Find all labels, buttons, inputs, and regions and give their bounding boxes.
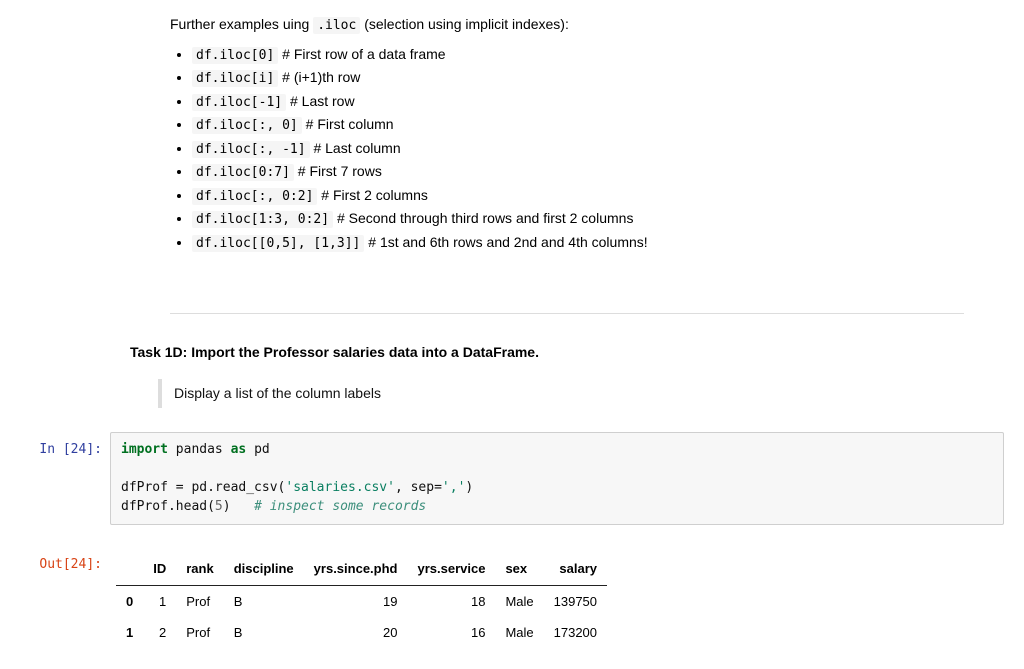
cell-value: 2: [143, 617, 176, 649]
list-item: df.iloc[:, 0] # First column: [192, 114, 964, 136]
col-header: sex: [495, 553, 543, 585]
intro-code: .iloc: [313, 17, 360, 34]
table-row: 1 2 Prof B 20 16 Male 173200: [116, 617, 607, 649]
example-code: df.iloc[:, 0]: [192, 117, 302, 134]
tok-alias: pd: [254, 442, 270, 457]
dataframe-table: ID rank discipline yrs.since.phd yrs.ser…: [116, 553, 607, 649]
col-header: salary: [544, 553, 607, 585]
example-desc: # Last row: [286, 93, 354, 109]
tok-num5: 5: [215, 499, 223, 514]
example-code: df.iloc[i]: [192, 70, 278, 87]
output-body: ID rank discipline yrs.since.phd yrs.ser…: [110, 547, 1004, 649]
tok-as: as: [231, 442, 247, 457]
tok-line2b: , sep=: [395, 480, 442, 495]
example-code: df.iloc[-1]: [192, 94, 286, 111]
list-item: df.iloc[-1] # Last row: [192, 91, 964, 113]
cell-value: 18: [407, 585, 495, 617]
tok-line3b: ): [223, 499, 254, 514]
tok-line2c: ): [465, 480, 473, 495]
code-editor[interactable]: import pandas as pd dfProf = pd.read_csv…: [110, 432, 1004, 525]
col-header: ID: [143, 553, 176, 585]
table-row: 0 1 Prof B 19 18 Male 139750: [116, 585, 607, 617]
example-desc: # 1st and 6th rows and 2nd and 4th colum…: [364, 234, 647, 250]
markdown-cell-iloc-examples: Further examples uing .iloc (selection u…: [110, 14, 1004, 314]
input-prompt: In [24]:: [24, 432, 110, 460]
list-item: df.iloc[i] # (i+1)th row: [192, 67, 964, 89]
list-item: df.iloc[[0,5], [1,3]] # 1st and 6th rows…: [192, 232, 964, 254]
output-prompt: Out[24]:: [24, 547, 110, 575]
tok-line3a: dfProf.head(: [121, 499, 215, 514]
task-note: Display a list of the column labels: [174, 385, 381, 401]
example-code: df.iloc[:, 0:2]: [192, 188, 317, 205]
example-desc: # (i+1)th row: [278, 69, 360, 85]
list-item: df.iloc[:, 0:2] # First 2 columns: [192, 185, 964, 207]
example-desc: # Second through third rows and first 2 …: [333, 210, 633, 226]
col-header: yrs.service: [407, 553, 495, 585]
table-index-header: [116, 553, 143, 585]
example-code: df.iloc[1:3, 0:2]: [192, 211, 333, 228]
list-item: df.iloc[1:3, 0:2] # Second through third…: [192, 208, 964, 230]
cell-value: 19: [304, 585, 408, 617]
tok-module: pandas: [176, 442, 223, 457]
example-code: df.iloc[0]: [192, 47, 278, 64]
code-cell-24: In [24]: import pandas as pd dfProf = pd…: [24, 432, 1004, 525]
example-desc: # First 7 rows: [294, 163, 382, 179]
cell-value: 173200: [544, 617, 607, 649]
col-header: discipline: [224, 553, 304, 585]
section-divider: [170, 313, 964, 314]
cell-value: Prof: [176, 617, 223, 649]
cell-value: Prof: [176, 585, 223, 617]
col-header: yrs.since.phd: [304, 553, 408, 585]
example-desc: # Last column: [310, 140, 401, 156]
table-header-row: ID rank discipline yrs.since.phd yrs.ser…: [116, 553, 607, 585]
cell-value: 16: [407, 617, 495, 649]
tok-line2a: dfProf = pd.read_csv(: [121, 480, 285, 495]
row-index: 0: [116, 585, 143, 617]
cell-value: B: [224, 617, 304, 649]
cell-value: B: [224, 585, 304, 617]
cell-value: Male: [495, 617, 543, 649]
cell-value: 1: [143, 585, 176, 617]
cell-value: Male: [495, 585, 543, 617]
cell-value: 139750: [544, 585, 607, 617]
output-cell-24: Out[24]: ID rank discipline yrs.since.ph…: [24, 547, 1004, 649]
task-note-block: Display a list of the column labels: [158, 379, 964, 408]
example-desc: # First column: [302, 116, 394, 132]
intro-prefix: Further examples uing: [170, 16, 313, 32]
list-item: df.iloc[0:7] # First 7 rows: [192, 161, 964, 183]
tok-str-file: 'salaries.csv': [285, 480, 395, 495]
task-title: Task 1D: Import the Professor salaries d…: [130, 342, 964, 363]
row-index: 1: [116, 617, 143, 649]
example-desc: # First 2 columns: [317, 187, 427, 203]
tok-comment: # inspect some records: [254, 499, 426, 514]
intro-line: Further examples uing .iloc (selection u…: [170, 14, 964, 36]
example-code: df.iloc[[0,5], [1,3]]: [192, 235, 364, 252]
tok-str-sep: ',': [442, 480, 465, 495]
example-code: df.iloc[:, -1]: [192, 141, 310, 158]
cell-value: 20: [304, 617, 408, 649]
example-desc: # First row of a data frame: [278, 46, 445, 62]
col-header: rank: [176, 553, 223, 585]
list-item: df.iloc[:, -1] # Last column: [192, 138, 964, 160]
list-item: df.iloc[0] # First row of a data frame: [192, 44, 964, 66]
notebook-page: Further examples uing .iloc (selection u…: [0, 0, 1024, 669]
markdown-cell-task: Task 1D: Import the Professor salaries d…: [110, 342, 1004, 408]
tok-import: import: [121, 442, 168, 457]
iloc-examples-list: df.iloc[0] # First row of a data frame d…: [170, 44, 964, 254]
example-code: df.iloc[0:7]: [192, 164, 294, 181]
intro-suffix: (selection using implicit indexes):: [364, 16, 569, 32]
